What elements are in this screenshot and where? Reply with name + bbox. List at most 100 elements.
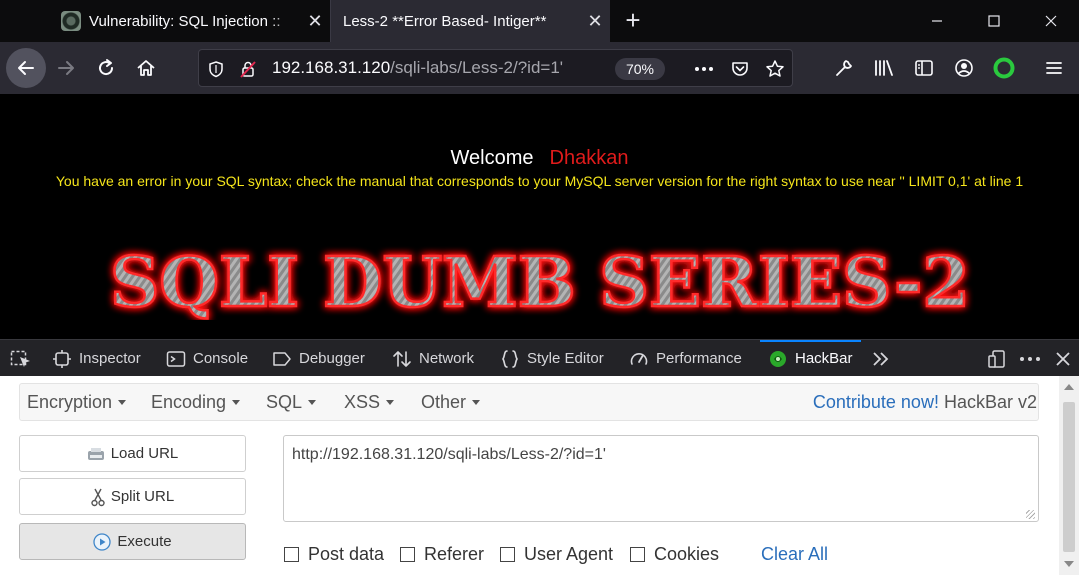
url-bar[interactable]: 192.168.31.120/sqli-labs/Less-2/?id=1' 7… (198, 49, 793, 87)
tab-style-editor[interactable]: Style Editor (500, 340, 604, 377)
close-devtools-button[interactable] (1055, 340, 1078, 377)
zoom-level-badge[interactable]: 70% (615, 58, 665, 80)
user-agent-checkbox[interactable]: User Agent (500, 544, 613, 565)
menu-other[interactable]: Other (421, 392, 481, 413)
element-picker-button[interactable] (10, 340, 39, 377)
scissors-icon (91, 488, 105, 506)
home-icon (137, 60, 155, 76)
tab-label: Style Editor (527, 350, 604, 367)
extension-status-icon (993, 57, 1015, 79)
checkbox-box[interactable] (500, 547, 515, 562)
button-label: Execute (117, 533, 172, 550)
site-favicon-icon (61, 11, 81, 31)
tab-label: HackBar (795, 350, 853, 367)
back-button[interactable] (6, 48, 46, 88)
banner-text: SQLI DUMB SERIES-2 (110, 243, 970, 320)
bookmark-star-icon[interactable] (764, 58, 786, 80)
account-button[interactable] (946, 50, 982, 86)
menu-label: Encoding (151, 392, 227, 412)
reload-button[interactable] (88, 50, 124, 86)
pocket-icon[interactable] (729, 58, 751, 80)
scrollbar-thumb[interactable] (1063, 402, 1075, 552)
tab-network[interactable]: Network (392, 340, 474, 377)
url-host: 192.168.31.120 (272, 58, 391, 77)
load-url-button[interactable]: Load URL (19, 435, 246, 472)
page-content: Welcome Dhakkan You have an error in your… (0, 94, 1079, 339)
responsive-design-icon (988, 349, 1005, 368)
caret-down-icon (118, 399, 127, 405)
shield-icon[interactable] (205, 58, 227, 80)
menu-xss[interactable]: XSS (344, 392, 395, 413)
hackbar-url-textarea[interactable]: http://192.168.31.120/sqli-labs/Less-2/?… (283, 435, 1039, 522)
more-options-icon (1020, 356, 1040, 361)
referer-checkbox[interactable]: Referer (400, 544, 484, 565)
sidebar-button[interactable] (906, 50, 942, 86)
back-arrow-icon (18, 61, 34, 75)
extension-button[interactable] (986, 50, 1022, 86)
tab-console[interactable]: Console (166, 340, 248, 377)
tab-sqli-less-2[interactable]: Less-2 **Error Based- Intiger** ✕ (330, 0, 610, 42)
new-tab-button[interactable]: + (618, 6, 648, 36)
hamburger-menu-icon (1046, 62, 1062, 74)
minimize-window-button[interactable] (912, 0, 962, 42)
button-label: Load URL (110, 445, 179, 462)
welcome-user: Dhakkan (549, 147, 629, 169)
menu-label: SQL (266, 392, 303, 412)
post-data-checkbox[interactable]: Post data (284, 544, 384, 565)
split-url-button[interactable]: Split URL (19, 478, 246, 515)
forward-button[interactable] (48, 50, 84, 86)
scroll-up-arrow-icon[interactable] (1064, 384, 1074, 390)
checkbox-box[interactable] (284, 547, 299, 562)
contribute-link[interactable]: Contribute now! (813, 392, 939, 412)
tools-button[interactable] (826, 50, 862, 86)
console-icon (166, 350, 186, 367)
maximize-icon (988, 15, 1000, 27)
double-chevron-right-icon (873, 351, 889, 366)
tab-label: Debugger (299, 350, 365, 367)
menu-encryption[interactable]: Encryption (27, 392, 127, 413)
tab-debugger[interactable]: Debugger (272, 340, 365, 377)
menu-encoding[interactable]: Encoding (151, 392, 241, 413)
hackbar-menu-bar: Encryption Encoding SQL XSS Other Contri… (19, 383, 1039, 421)
welcome-label: Welcome (450, 147, 534, 169)
home-button[interactable] (128, 50, 164, 86)
insecure-lock-icon[interactable] (237, 58, 259, 80)
checkbox-box[interactable] (630, 547, 645, 562)
responsive-design-button[interactable] (987, 340, 1014, 377)
checkbox-box[interactable] (400, 547, 415, 562)
close-tab-icon[interactable]: ✕ (580, 11, 610, 32)
devtools-options-button[interactable] (1019, 340, 1048, 377)
tab-hackbar[interactable]: HackBar (760, 340, 861, 377)
checkbox-label: Post data (308, 544, 385, 564)
clear-all-link[interactable]: Clear All (761, 544, 828, 565)
close-window-button[interactable] (1026, 0, 1076, 42)
menu-sql[interactable]: SQL (266, 392, 317, 413)
page-actions-icon[interactable] (693, 58, 715, 80)
hackbar-branding: Contribute now! HackBar v2 (813, 392, 1037, 413)
reload-icon (99, 59, 114, 76)
close-tab-icon[interactable]: ✕ (300, 11, 330, 32)
more-tools-chevron[interactable] (872, 340, 897, 377)
menu-label: Other (421, 392, 467, 412)
maximize-window-button[interactable] (969, 0, 1019, 42)
tab-performance[interactable]: Performance (629, 340, 742, 377)
execute-button[interactable]: Execute (19, 523, 246, 560)
hackbar-version: HackBar v2 (943, 392, 1037, 412)
sql-error-message: You have an error in your SQL syntax; ch… (55, 173, 1024, 189)
panel-scrollbar[interactable] (1059, 376, 1079, 575)
tab-inspector[interactable]: Inspector (52, 340, 141, 377)
url-text: 192.168.31.120/sqli-labs/Less-2/?id=1' (272, 58, 563, 78)
library-icon (875, 60, 893, 76)
network-icon (393, 350, 411, 367)
library-button[interactable] (866, 50, 902, 86)
element-picker-icon (10, 350, 30, 367)
resize-grip-icon[interactable] (1026, 510, 1035, 519)
tab-title: Less-2 **Error Based- Intiger** (343, 12, 547, 30)
tab-dvwa[interactable]: Vulnerability: SQL Injection :: ✕ (50, 0, 330, 42)
cookies-checkbox[interactable]: Cookies (630, 544, 719, 565)
performance-gauge-icon (630, 352, 648, 365)
menu-label: Encryption (27, 392, 113, 412)
scroll-down-arrow-icon[interactable] (1064, 561, 1074, 567)
app-menu-button[interactable] (1036, 50, 1072, 86)
load-url-icon (87, 447, 104, 460)
